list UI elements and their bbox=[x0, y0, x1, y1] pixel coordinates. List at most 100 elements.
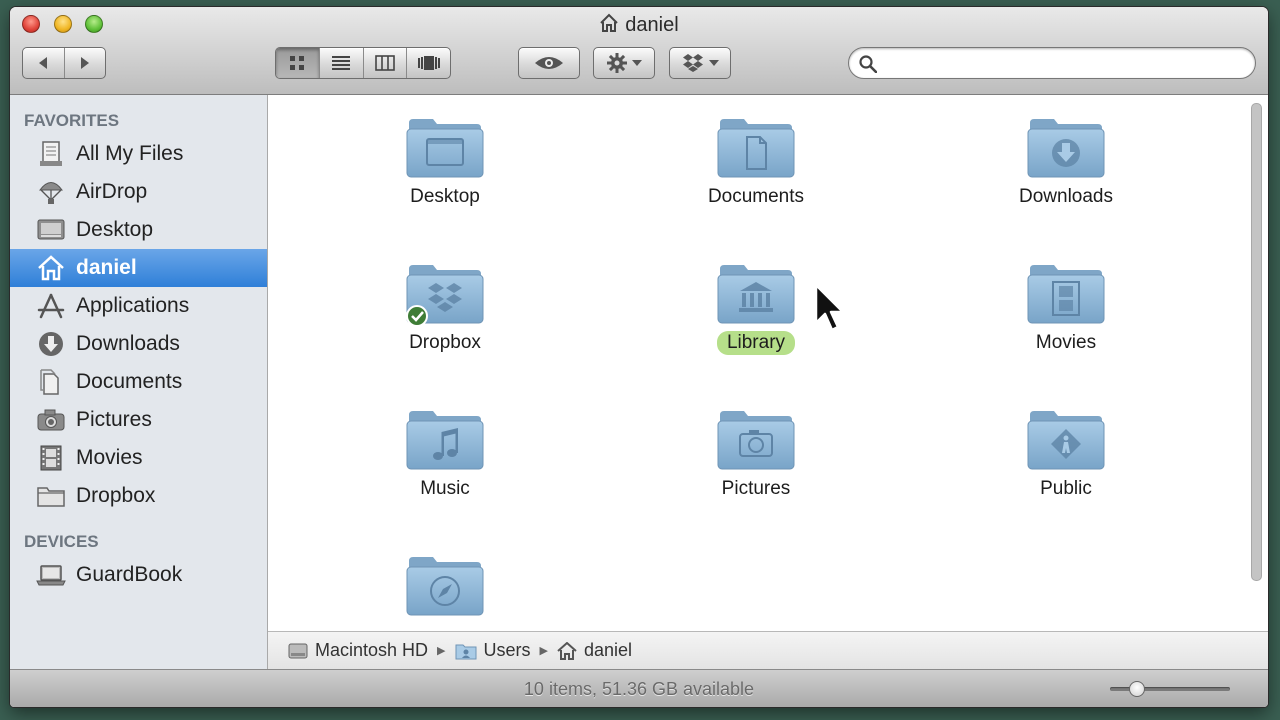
hard-drive-icon bbox=[288, 642, 308, 660]
sidebar-item-label: Applications bbox=[76, 294, 190, 317]
movies-folder-icon bbox=[1027, 265, 1105, 324]
pictures-folder-icon bbox=[717, 411, 795, 470]
forward-button[interactable] bbox=[63, 48, 106, 78]
file-item-label: Pictures bbox=[721, 478, 791, 499]
file-item-label: Downloads bbox=[1019, 186, 1113, 207]
dropbox-icon bbox=[682, 54, 703, 72]
window-title: daniel bbox=[10, 13, 1268, 39]
path-crumb-label: Users bbox=[483, 640, 531, 660]
file-item-downloads[interactable]: Downloads bbox=[966, 115, 1166, 209]
sidebar-item-label: daniel bbox=[76, 256, 137, 279]
file-item-pictures[interactable]: Pictures bbox=[656, 407, 856, 501]
music-folder-icon bbox=[406, 411, 484, 470]
file-item-label: Documents bbox=[707, 186, 805, 207]
downloads-folder-icon bbox=[1027, 119, 1105, 178]
path-separator-icon: ▶ bbox=[539, 645, 548, 657]
file-item-public[interactable]: Public bbox=[966, 407, 1166, 501]
folder-icon bbox=[36, 481, 66, 511]
file-item-sites[interactable] bbox=[345, 553, 545, 619]
file-item-documents[interactable]: Documents bbox=[656, 115, 856, 209]
downloads-icon bbox=[36, 329, 66, 359]
file-item-dropbox[interactable]: Dropbox bbox=[345, 261, 545, 355]
action-menu-button[interactable] bbox=[593, 47, 655, 79]
dropbox-menu-button[interactable] bbox=[669, 47, 731, 79]
sidebar-item-label: Desktop bbox=[76, 218, 154, 241]
path-crumb-macintosh-hd[interactable]: Macintosh HD bbox=[288, 640, 428, 661]
finder-window: daniel FAVORITES All My Files AirDrop De… bbox=[10, 7, 1268, 707]
sidebar-item-downloads[interactable]: Downloads bbox=[10, 325, 267, 363]
icon-size-slider-knob[interactable] bbox=[1129, 681, 1146, 697]
file-item-music[interactable]: Music bbox=[345, 407, 545, 501]
users-folder-icon bbox=[455, 642, 477, 660]
file-item-label: Library bbox=[716, 331, 796, 355]
camera-icon bbox=[36, 405, 66, 435]
eye-icon bbox=[535, 57, 563, 69]
path-crumb-users[interactable]: Users bbox=[455, 640, 531, 661]
mouse-pointer-icon bbox=[814, 283, 848, 338]
sidebar: FAVORITES All My Files AirDrop Desktop d… bbox=[10, 95, 268, 669]
sidebar-item-documents[interactable]: Documents bbox=[10, 363, 267, 401]
grid-icon bbox=[290, 56, 305, 70]
columns-icon bbox=[375, 55, 395, 71]
home-icon bbox=[557, 641, 577, 660]
sidebar-item-pictures[interactable]: Pictures bbox=[10, 401, 267, 439]
desktop-folder-icon bbox=[406, 119, 484, 178]
path-crumb-daniel[interactable]: daniel bbox=[557, 640, 632, 661]
back-arrow-icon bbox=[39, 57, 48, 69]
path-separator-icon: ▶ bbox=[437, 645, 446, 657]
file-item-label: Dropbox bbox=[409, 332, 481, 353]
sites-folder-icon bbox=[406, 557, 484, 616]
search-input[interactable] bbox=[883, 52, 1247, 76]
back-button[interactable] bbox=[23, 48, 64, 78]
sidebar-item-label: Downloads bbox=[76, 332, 180, 355]
forward-arrow-icon bbox=[80, 57, 89, 69]
home-icon bbox=[599, 13, 619, 39]
sidebar-item-all-my-files[interactable]: All My Files bbox=[10, 135, 267, 173]
icon-view-button[interactable] bbox=[276, 48, 319, 78]
view-mode-control bbox=[275, 47, 451, 79]
coverflow-view-button[interactable] bbox=[406, 48, 450, 78]
file-item-label: Desktop bbox=[410, 186, 480, 207]
gear-icon bbox=[606, 53, 627, 73]
path-crumb-label: Macintosh HD bbox=[315, 640, 429, 660]
vertical-scrollbar[interactable] bbox=[1251, 103, 1262, 581]
file-grid: Desktop Documents Downloads Dropbox Libr… bbox=[268, 95, 1254, 631]
quick-look-button[interactable] bbox=[518, 47, 580, 79]
file-item-label: Public bbox=[1040, 478, 1092, 499]
sidebar-item-label: AirDrop bbox=[76, 180, 148, 203]
sidebar-item-airdrop[interactable]: AirDrop bbox=[10, 173, 267, 211]
search-icon bbox=[859, 55, 878, 78]
search-field[interactable] bbox=[848, 47, 1256, 79]
sidebar-section-devices: DEVICES bbox=[24, 532, 99, 551]
film-icon bbox=[36, 443, 66, 473]
sidebar-item-label: All My Files bbox=[76, 142, 184, 165]
window-title-text: daniel bbox=[625, 14, 679, 36]
applications-icon bbox=[36, 291, 66, 321]
sidebar-item-applications[interactable]: Applications bbox=[10, 287, 267, 325]
sidebar-item-daniel[interactable]: daniel bbox=[10, 249, 267, 287]
sidebar-item-label: Documents bbox=[76, 370, 183, 393]
toolbar: daniel bbox=[10, 7, 1268, 95]
file-item-movies[interactable]: Movies bbox=[966, 261, 1166, 355]
sidebar-item-movies[interactable]: Movies bbox=[10, 439, 267, 477]
documents-folder-icon bbox=[717, 119, 795, 178]
sidebar-section-favorites: FAVORITES bbox=[24, 111, 120, 130]
sidebar-item-dropbox[interactable]: Dropbox bbox=[10, 477, 267, 515]
documents-icon bbox=[36, 367, 66, 397]
status-text: 10 items, 51.36 GB available bbox=[523, 679, 755, 699]
chevron-down-icon bbox=[708, 60, 719, 66]
file-item-desktop[interactable]: Desktop bbox=[345, 115, 545, 209]
all-files-icon bbox=[36, 139, 66, 169]
path-bar: Macintosh HD ▶ Users ▶ daniel bbox=[268, 631, 1268, 669]
sidebar-item-label: Pictures bbox=[76, 408, 152, 431]
sidebar-item-guardbook[interactable]: GuardBook bbox=[10, 556, 267, 594]
status-bar: 10 items, 51.36 GB available bbox=[10, 669, 1268, 707]
icon-size-slider[interactable] bbox=[1110, 681, 1230, 697]
file-item-label: Music bbox=[420, 478, 470, 499]
chevron-down-icon bbox=[631, 60, 642, 66]
list-view-button[interactable] bbox=[318, 48, 363, 78]
sidebar-item-label: Movies bbox=[76, 446, 143, 469]
library-folder-icon bbox=[717, 265, 795, 324]
sidebar-item-desktop[interactable]: Desktop bbox=[10, 211, 267, 249]
column-view-button[interactable] bbox=[362, 48, 407, 78]
